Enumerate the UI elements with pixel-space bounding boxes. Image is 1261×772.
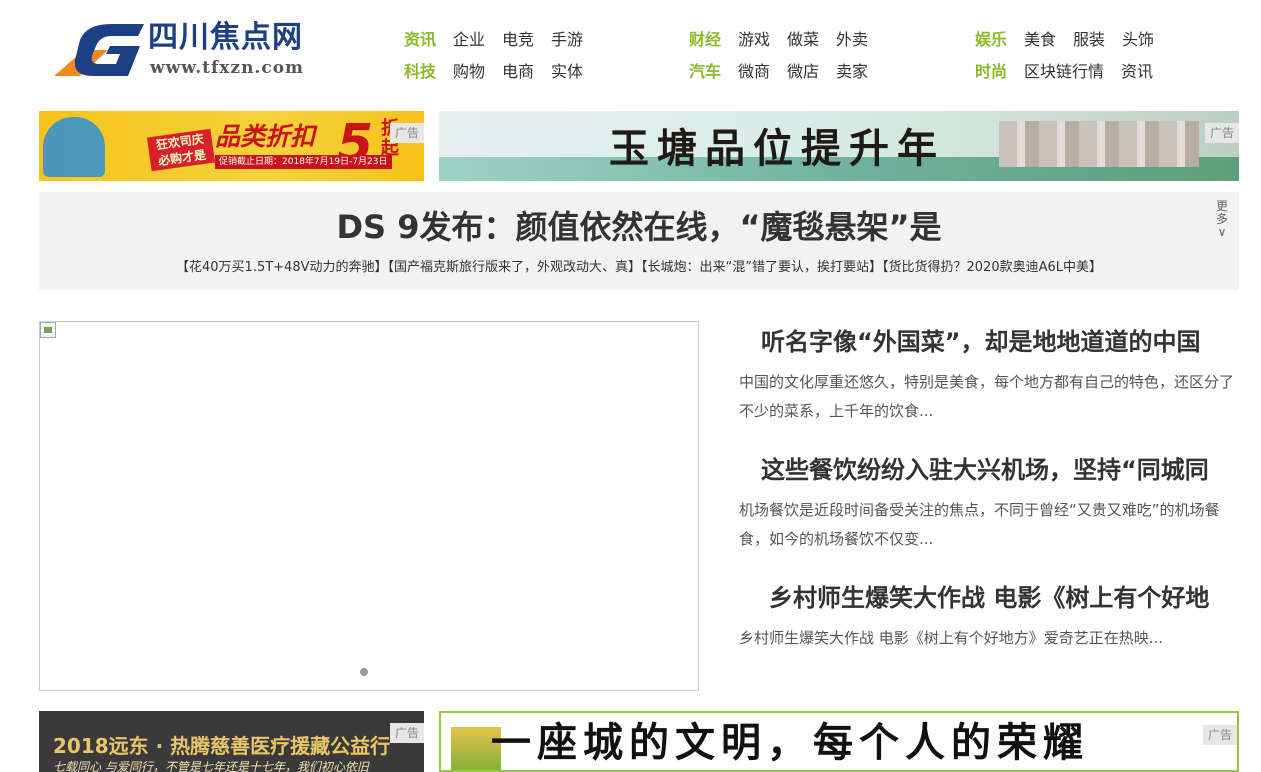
article-item: 这些餐饮纷纷入驻大兴机场，坚持“同城同 机场餐饮是近段时间备受关注的焦点，不同于… (739, 454, 1239, 554)
ad-badge: 狂欢司庆 必购才是 (146, 128, 216, 172)
nav-item[interactable]: 头饰 (1122, 27, 1154, 53)
nav-item[interactable]: 卖家 (836, 59, 868, 85)
nav-item[interactable]: 做菜 (787, 27, 819, 53)
nav-item[interactable]: 实体 (551, 59, 583, 85)
nav-item[interactable]: 电竞 (502, 27, 534, 53)
ad-banner-yutang[interactable]: 玉塘品位提升年 广告 (439, 111, 1239, 181)
broken-image-icon (40, 322, 56, 338)
site-url: www.tfxzn.com (150, 58, 305, 78)
nav-item[interactable]: 资讯 (1121, 59, 1153, 85)
headline-link[interactable]: 【花40万买1.5T+48V动力的奔驰】 (176, 260, 388, 275)
article-item: 听名字像“外国菜”，却是地地道道的中国 中国的文化厚重还悠久，特别是美食，每个地… (739, 326, 1239, 426)
nav-item[interactable]: 电商 (502, 59, 534, 85)
headline-links: 【花40万买1.5T+48V动力的奔驰】【国产福克斯旅行版来了，外观改动大、真】… (39, 259, 1239, 277)
ad-banner-civilization[interactable]: 一座城的文明，每个人的荣耀 广告 (439, 711, 1239, 772)
article-item: 乡村师生爆笑大作战 电影《树上有个好地 乡村师生爆笑大作战 电影《树上有个好地方… (739, 582, 1239, 653)
nav-item[interactable]: 微店 (787, 59, 819, 85)
nav-group-3: 娱乐 美食 服装 头饰 时尚 区块链行情 资讯 (975, 24, 1171, 88)
ad-charity-title: 2018远东 · 热腾慈善医疗援藏公益行 (53, 734, 391, 758)
nav-item[interactable]: 资讯 (404, 27, 436, 53)
nav-item[interactable]: 区块链行情 (1024, 59, 1104, 85)
headline-link[interactable]: 【国产福克斯旅行版来了，外观改动大、真】 (388, 260, 642, 275)
nav-item[interactable]: 服装 (1073, 27, 1105, 53)
nav-item[interactable]: 手游 (551, 27, 583, 53)
ad-buildings-shape (999, 121, 1199, 167)
slider-dot[interactable] (360, 668, 368, 676)
nav-item[interactable]: 企业 (453, 27, 485, 53)
nav-item[interactable]: 游戏 (738, 27, 770, 53)
nav-item[interactable]: 财经 (689, 27, 721, 53)
nav-group-1: 资讯 企业 电竞 手游 科技 购物 电商 实体 (404, 24, 600, 88)
ad-banner-sale[interactable]: 狂欢司庆 必购才是 品类折扣 5 折起 促销截止日期：2018年7月19日-7月… (39, 111, 424, 181)
ad-label: 广告 (389, 123, 424, 143)
nav-item[interactable]: 美食 (1024, 27, 1056, 53)
article-title[interactable]: 这些餐饮纷纷入驻大兴机场，坚持“同城同 (739, 454, 1239, 486)
article-desc: 乡村师生爆笑大作战 电影《树上有个好地方》爱奇艺正在热映... (739, 629, 1164, 647)
nav-item[interactable]: 微商 (738, 59, 770, 85)
more-link-text: 更多 (1215, 199, 1228, 226)
ad-charity-subtitle: 七载同心 与爱同行，不管是七年还是十七年，我们初心依旧 (53, 760, 369, 772)
nav-row: 时尚 区块链行情 资讯 (975, 56, 1171, 88)
site-name: 四川焦点网 (148, 20, 303, 55)
ad-figure-shape (43, 117, 105, 177)
ad-label: 广告 (1202, 725, 1237, 745)
image-slider[interactable] (39, 321, 699, 691)
nav-row: 汽车 微商 微店 卖家 (689, 56, 885, 88)
headline-block: DS 9发布：颜值依然在线，“魔毯悬架”是 更多 ∨ 【花40万买1.5T+48… (39, 192, 1239, 290)
nav-item[interactable]: 时尚 (975, 59, 1007, 85)
article-desc: 中国的文化厚重还悠久，特别是美食，每个地方都有自己的特色，还区分了不少的菜系，上… (739, 373, 1235, 420)
ad-yutang-text: 玉塘品位提升年 (609, 125, 945, 172)
ad-promo-date: 促销截止日期：2018年7月19日-7月23日 (215, 155, 392, 169)
nav-row: 财经 游戏 做菜 外卖 (689, 24, 885, 56)
ad-label: 广告 (389, 723, 424, 743)
nav-item[interactable]: 购物 (453, 59, 485, 85)
more-link[interactable]: 更多 ∨ (1215, 200, 1229, 239)
site-logo[interactable]: 四川焦点网 www.tfxzn.com (50, 20, 330, 82)
ad-sale-headline: 品类折扣 (215, 122, 316, 151)
nav-item[interactable]: 外卖 (836, 27, 868, 53)
headline-link[interactable]: 【长城炮：出来“混”错了要认，挨打要站】 (641, 260, 882, 275)
ad-civilization-text: 一座城的文明，每个人的荣耀 (491, 719, 1089, 766)
nav-item[interactable]: 科技 (404, 59, 436, 85)
article-title[interactable]: 听名字像“外国菜”，却是地地道道的中国 (739, 326, 1239, 358)
nav-row: 娱乐 美食 服装 头饰 (975, 24, 1171, 56)
nav-row: 科技 购物 电商 实体 (404, 56, 600, 88)
headline-link[interactable]: 【货比货得扔？2020款奥迪A6L中美】 (882, 260, 1102, 275)
article-desc: 机场餐饮是近段时间备受关注的焦点，不同于曾经“又贵又难吃”的机场餐食，如今的机场… (739, 501, 1220, 548)
ad-label: 广告 (1204, 123, 1239, 143)
nav-item[interactable]: 娱乐 (975, 27, 1007, 53)
logo-mark-icon (54, 24, 144, 76)
article-title[interactable]: 乡村师生爆笑大作战 电影《树上有个好地 (739, 582, 1239, 614)
nav-row: 资讯 企业 电竞 手游 (404, 24, 600, 56)
chevron-down-icon: ∨ (1217, 225, 1227, 239)
nav-item[interactable]: 汽车 (689, 59, 721, 85)
nav-group-2: 财经 游戏 做菜 外卖 汽车 微商 微店 卖家 (689, 24, 885, 88)
headline-title[interactable]: DS 9发布：颜值依然在线，“魔毯悬架”是 (39, 206, 1239, 248)
ad-banner-charity[interactable]: 2018远东 · 热腾慈善医疗援藏公益行 七载同心 与爱同行，不管是七年还是十七… (39, 711, 424, 772)
